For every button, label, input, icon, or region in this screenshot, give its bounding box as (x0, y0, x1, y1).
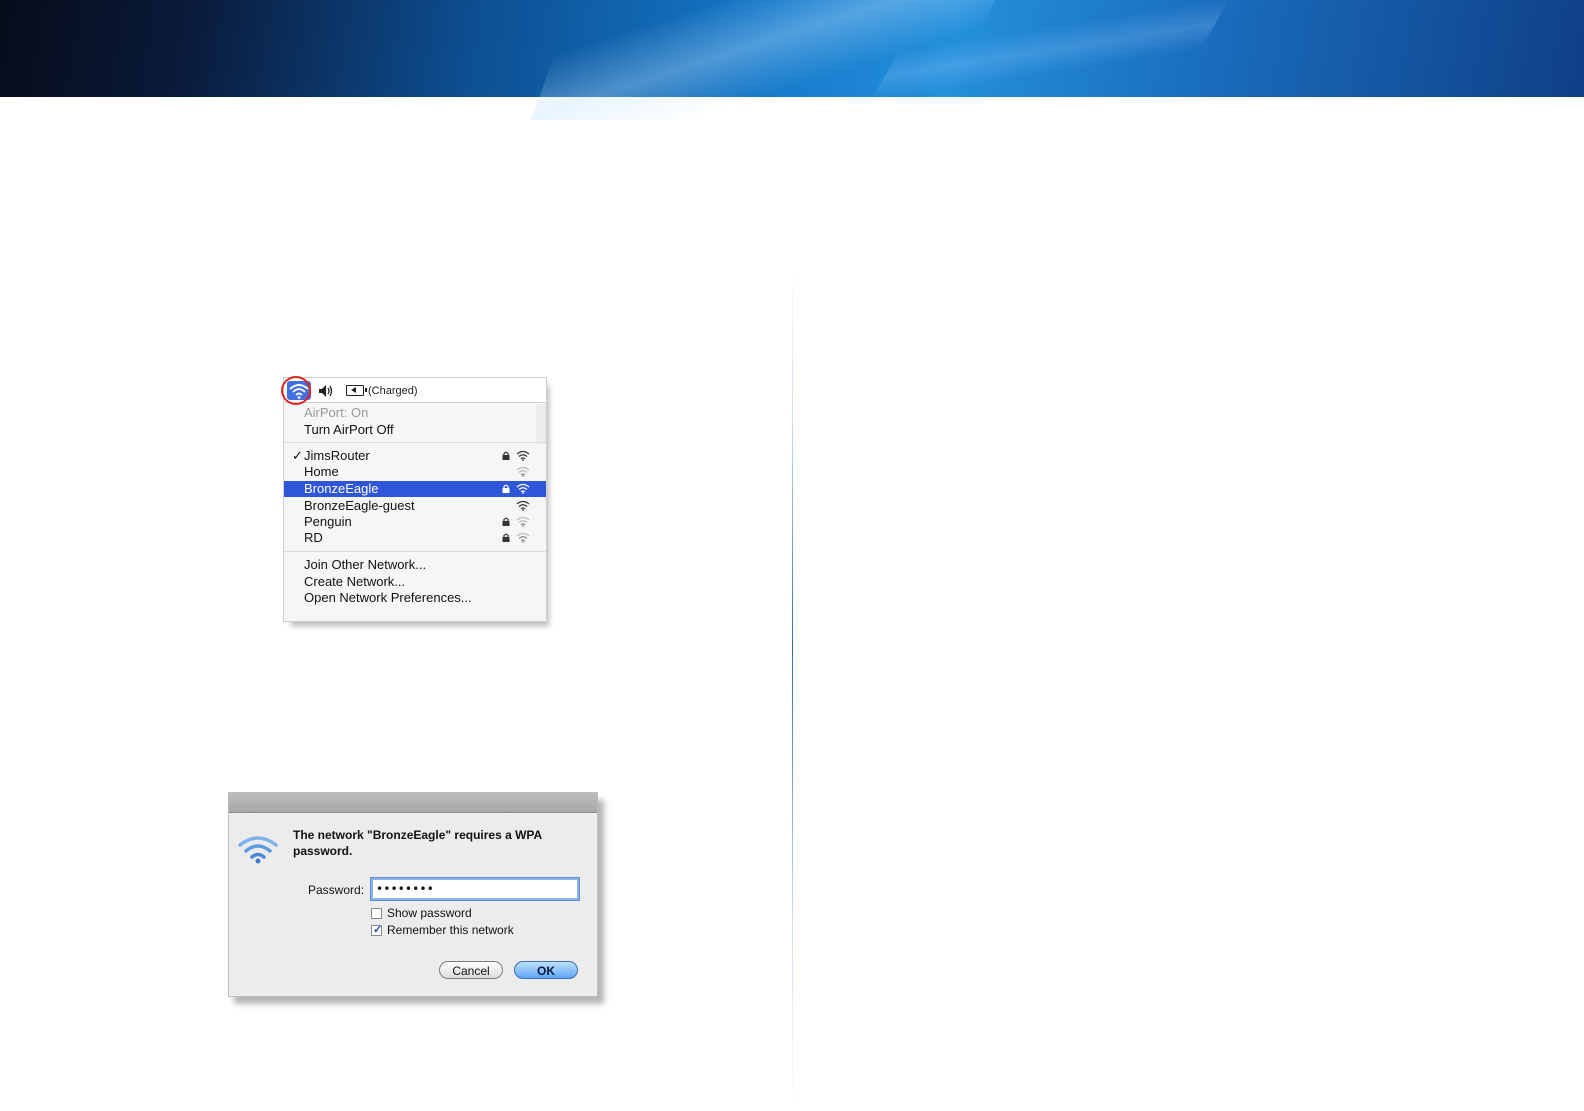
network-item-bronzeeagle-guest[interactable]: BronzeEagle-guest (284, 498, 546, 514)
wifi-signal-icon (516, 450, 530, 461)
password-label: Password: (308, 883, 365, 897)
checkmark-icon: ✓ (292, 448, 303, 463)
wifi-signal-icon (516, 532, 530, 543)
ok-button[interactable]: OK (514, 961, 578, 979)
network-item-penguin[interactable]: Penguin (284, 514, 546, 530)
wpa-password-dialog-screenshot: The network "BronzeEagle" requires a WPA… (228, 792, 604, 1004)
show-password-checkbox[interactable] (371, 908, 382, 919)
column-divider (792, 268, 793, 1111)
lock-icon (502, 517, 510, 526)
network-item-rd[interactable]: RD (284, 530, 546, 546)
cancel-button[interactable]: Cancel (439, 961, 503, 979)
header-banner (0, 0, 1584, 120)
menu-separator (284, 442, 546, 443)
speaker-icon[interactable] (318, 384, 334, 398)
checkmark-icon: ✓ (373, 924, 383, 936)
highlight-circle (281, 376, 311, 405)
lock-icon (502, 484, 510, 493)
battery-status: (Charged) (368, 385, 418, 397)
wpa-password-dialog: The network "BronzeEagle" requires a WPA… (228, 792, 598, 997)
network-item-jimsrouter[interactable]: ✓ JimsRouter (284, 448, 546, 464)
join-other-network-item[interactable]: Join Other Network... (284, 557, 546, 573)
banner-light-streak (865, 0, 1235, 110)
battery-icon[interactable] (346, 385, 367, 396)
wifi-signal-icon (516, 466, 530, 477)
wifi-signal-icon (516, 516, 530, 527)
show-password-label: Show password (387, 906, 472, 920)
wifi-signal-icon (516, 500, 530, 511)
lock-icon (502, 451, 510, 460)
dialog-title-bar[interactable] (229, 793, 597, 813)
remember-network-checkbox[interactable]: ✓ (371, 924, 383, 936)
open-network-preferences-item[interactable]: Open Network Preferences... (284, 590, 546, 606)
airport-status: AirPort: On (304, 405, 369, 420)
create-network-item[interactable]: Create Network... (284, 574, 546, 590)
password-input[interactable]: •••••••• (370, 877, 580, 901)
lock-icon (502, 533, 510, 542)
network-item-bronzeeagle[interactable]: BronzeEagle (284, 481, 546, 497)
dialog-message: The network "BronzeEagle" requires a WPA… (293, 828, 542, 858)
network-item-home[interactable]: Home (284, 464, 546, 480)
wifi-icon (238, 836, 278, 864)
menu-bar: (Charged) (281, 376, 546, 405)
remember-network-label: Remember this network (387, 923, 514, 937)
menu-separator (284, 551, 546, 552)
wifi-signal-icon (516, 483, 530, 494)
airport-menu: (Charged) AirPort: On Turn AirPort Off ✓… (281, 376, 547, 622)
turn-airport-off-item[interactable]: Turn AirPort Off (284, 422, 546, 438)
airport-menu-screenshot: (Charged) AirPort: On Turn AirPort Off ✓… (281, 376, 549, 626)
